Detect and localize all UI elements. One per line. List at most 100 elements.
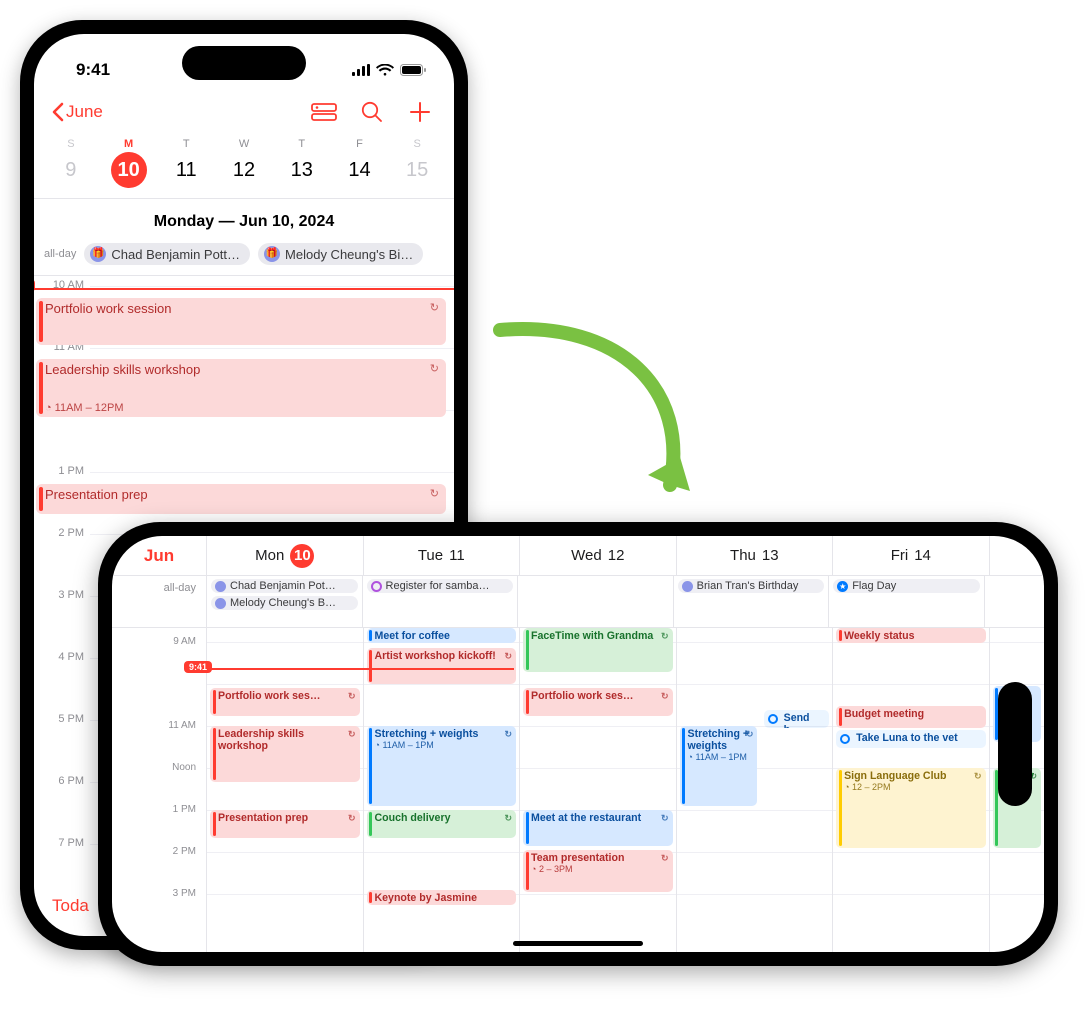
date-cell[interactable]: 13	[273, 152, 331, 188]
repeat-icon: ↻	[504, 813, 512, 823]
home-indicator	[513, 941, 643, 946]
date-cell[interactable]: 12	[215, 152, 273, 188]
wifi-icon	[376, 64, 394, 76]
date-cell[interactable]: 9	[42, 152, 100, 188]
hour-label: 5 PM	[38, 713, 84, 725]
hour-label: 3 PM	[112, 888, 206, 899]
all-day-chip[interactable]: Brian Tran's Birthday	[678, 579, 825, 593]
week-col-mon[interactable]: Portfolio work ses…↻ Leadership skills w…	[206, 628, 363, 952]
calendar-event[interactable]: Presentation prep↻	[210, 810, 360, 838]
hour-label: 1 PM	[112, 804, 206, 815]
calendar-event[interactable]: Meet at the restaurant↻	[523, 810, 673, 846]
add-event-button[interactable]	[404, 96, 436, 128]
calendar-event[interactable]: Portfolio work ses…↻	[210, 688, 360, 716]
all-day-chip[interactable]: Register for samba…	[367, 579, 514, 593]
all-day-chip[interactable]: 🎁 Chad Benjamin Pott…	[84, 243, 250, 265]
calendar-event[interactable]: Sign Language Club◔ 12 – 2PM↻	[836, 768, 986, 848]
gift-icon: 🎁	[264, 246, 280, 262]
calendar-event[interactable]: Weekly status	[836, 628, 986, 643]
repeat-icon: ↻	[661, 853, 669, 863]
dynamic-island	[182, 46, 306, 80]
current-time-badge: 9:41	[184, 661, 212, 673]
week-body[interactable]: 9 AM 11 AM Noon 1 PM 2 PM 3 PM 9:41	[112, 628, 1044, 952]
circle-icon	[768, 714, 778, 724]
chip-label: Chad Benjamin Pott…	[111, 247, 240, 262]
allday-col-mon: Chad Benjamin Pot… Melody Cheung's B…	[206, 576, 362, 627]
gift-icon	[682, 581, 693, 592]
dow: F	[331, 138, 389, 150]
back-button[interactable]: June	[52, 102, 103, 122]
hour-label: 1 PM	[38, 465, 84, 477]
calendar-event[interactable]: Send b…	[764, 710, 829, 728]
day-of-week-header: S M T W T F S	[34, 132, 454, 150]
repeat-icon: ↻	[430, 301, 439, 314]
search-icon	[361, 101, 383, 123]
calendar-event[interactable]: Meet for coffee	[367, 628, 517, 643]
week-col-fri[interactable]: Weekly status Budget meeting Take Luna t…	[832, 628, 989, 952]
signal-icon	[352, 64, 370, 76]
all-day-chip[interactable]: Chad Benjamin Pot…	[211, 579, 358, 593]
plus-icon	[409, 101, 431, 123]
current-time-line	[206, 668, 514, 670]
repeat-icon: ↻	[746, 729, 754, 739]
calendar-event[interactable]: Stretching + weights◔ 11AM – 1PM↻	[680, 726, 758, 806]
all-day-chip[interactable]: Melody Cheung's B…	[211, 596, 358, 610]
week-day-header[interactable]: Tue11	[363, 536, 520, 575]
week-day-header[interactable]: Thu13	[676, 536, 833, 575]
calendar-event[interactable]: Couch delivery↻	[367, 810, 517, 838]
calendar-event[interactable]: FaceTime with Grandma↻	[523, 628, 673, 672]
week-col-wed[interactable]: FaceTime with Grandma↻ Portfolio work se…	[519, 628, 676, 952]
dow: M	[100, 138, 158, 150]
search-button[interactable]	[356, 96, 388, 128]
all-day-row: all-day 🎁 Chad Benjamin Pott… 🎁 Melody C…	[34, 239, 454, 276]
allday-col-sat	[984, 576, 1044, 627]
list-view-button[interactable]	[308, 96, 340, 128]
all-day-chip[interactable]: ★Flag Day	[833, 579, 980, 593]
week-col-tue[interactable]: Meet for coffee Artist workshop kickoff!…	[363, 628, 520, 952]
date-cell[interactable]: 14	[331, 152, 389, 188]
week-day-header[interactable]: Wed12	[519, 536, 676, 575]
date-cell[interactable]: 11	[157, 152, 215, 188]
calendar-event[interactable]: Take Luna to the vet	[836, 730, 986, 748]
repeat-icon: ↻	[661, 631, 669, 641]
calendar-event[interactable]: Presentation prep ↻	[36, 484, 446, 514]
current-time-line	[34, 288, 454, 290]
repeat-icon: ↻	[430, 487, 439, 500]
hour-label: 2 PM	[112, 846, 206, 857]
calendar-event[interactable]: Team presentation◔ 2 – 3PM↻	[523, 850, 673, 892]
month-button[interactable]: Jun	[112, 546, 206, 566]
calendar-event[interactable]: Leadership skills workshop↻	[210, 726, 360, 782]
week-day-header[interactable]: Mon10	[206, 536, 363, 575]
event-time: ◔ 11AM – 12PM	[45, 402, 439, 414]
week-col-thu[interactable]: Send b… Stretching + weights◔ 11AM – 1PM…	[676, 628, 833, 952]
repeat-icon: ↻	[430, 362, 439, 377]
calendar-event[interactable]: Stretching + weights◔ 11AM – 1PM↻	[367, 726, 517, 806]
date-cell[interactable]: 10	[100, 152, 158, 188]
dow: S	[388, 138, 446, 150]
hour-label: 4 PM	[38, 651, 84, 663]
hour-label: Noon	[112, 762, 206, 773]
calendar-event[interactable]: Budget meeting	[836, 706, 986, 728]
hour-label: 7 PM	[38, 837, 84, 849]
all-day-chip[interactable]: 🎁 Melody Cheung's Bi…	[258, 243, 423, 265]
date-cell[interactable]: 15	[388, 152, 446, 188]
week-all-day-row: all-day Chad Benjamin Pot… Melody Cheung…	[112, 576, 1044, 628]
date-strip[interactable]: 9 10 11 12 13 14 15	[34, 150, 454, 199]
calendar-event[interactable]: Portfolio work ses…↻	[523, 688, 673, 716]
calendar-event[interactable]: Portfolio work session ↻	[36, 298, 446, 345]
dow: T	[273, 138, 331, 150]
gift-icon	[215, 581, 226, 592]
star-icon: ★	[837, 581, 848, 592]
week-day-header[interactable]: Fri14	[832, 536, 989, 575]
back-label: June	[66, 102, 103, 122]
today-button[interactable]: Toda	[52, 896, 89, 916]
repeat-icon: ↻	[661, 691, 669, 701]
calendar-event[interactable]: Keynote by Jasmine	[367, 890, 517, 905]
calendar-event[interactable]: Leadership skills workshop ↻ ◔ 11AM – 12…	[36, 359, 446, 417]
repeat-icon: ↻	[974, 771, 982, 781]
iphone-landscape-frame: Jun Mon10 Tue11 Wed12 Thu13 Fri14 all-da…	[98, 522, 1058, 966]
time-gutter: 9 AM 11 AM Noon 1 PM 2 PM 3 PM 9:41	[112, 628, 206, 952]
week-day-header[interactable]	[989, 536, 1044, 575]
circle-icon	[371, 581, 382, 592]
calendar-event[interactable]: Artist workshop kickoff!↻	[367, 648, 517, 684]
